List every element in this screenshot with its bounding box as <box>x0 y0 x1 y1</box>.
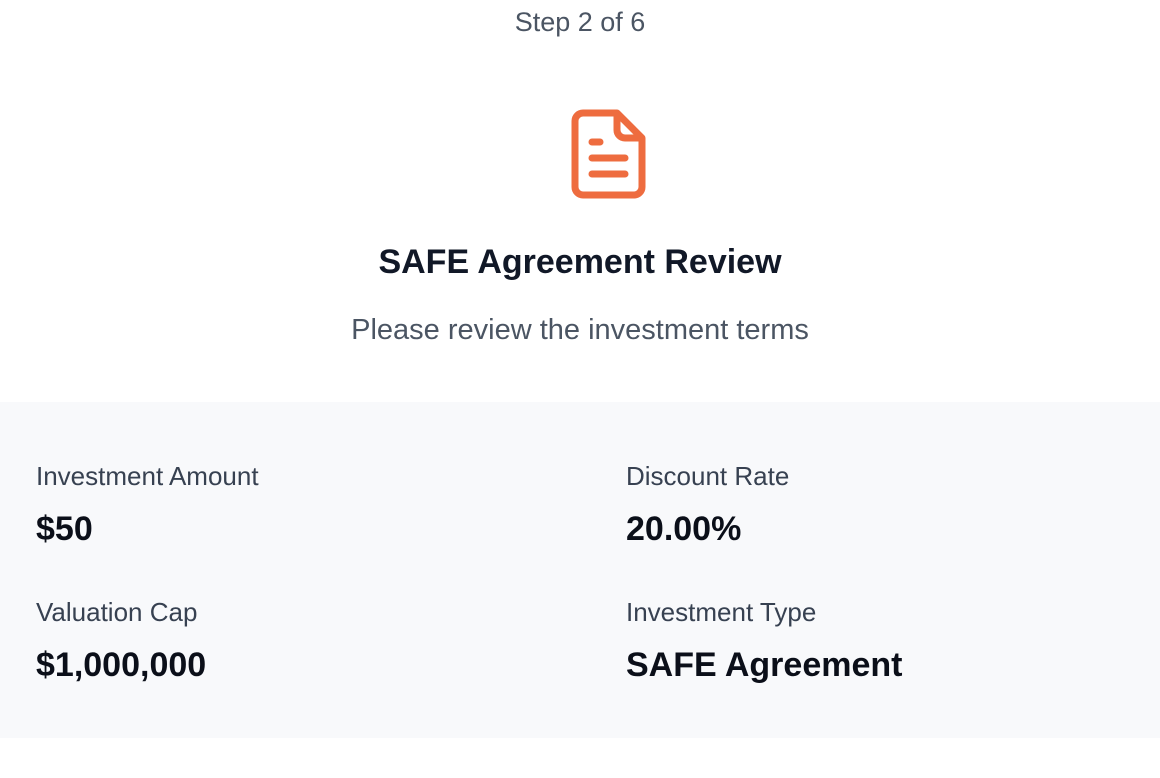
page-title: SAFE Agreement Review <box>378 243 782 281</box>
document-text-icon <box>571 109 646 199</box>
term-valuation-cap: Valuation Cap $1,000,000 <box>36 595 206 687</box>
term-investment-amount: Investment Amount $50 <box>36 459 259 551</box>
term-investment-type: Investment Type SAFE Agreement <box>626 595 902 687</box>
investment-type-value: SAFE Agreement <box>626 646 903 684</box>
discount-rate-value: 20.00% <box>626 510 742 548</box>
investment-amount-label: Investment Amount <box>36 461 259 491</box>
investment-terms-panel: Investment Amount $50 Discount Rate 20.0… <box>0 402 1160 738</box>
step-indicator: Step 2 of 6 <box>514 7 646 37</box>
discount-rate-label: Discount Rate <box>626 461 790 491</box>
safe-review-page: Step 2 of 6 SAFE Agreement Review Please… <box>0 0 1160 778</box>
investment-type-label: Investment Type <box>626 597 817 627</box>
term-discount-rate: Discount Rate 20.00% <box>626 459 789 551</box>
valuation-cap-value: $1,000,000 <box>36 646 207 684</box>
valuation-cap-label: Valuation Cap <box>36 597 198 627</box>
investment-amount-value: $50 <box>36 510 93 548</box>
page-subtitle: Please review the investment terms <box>351 314 809 346</box>
